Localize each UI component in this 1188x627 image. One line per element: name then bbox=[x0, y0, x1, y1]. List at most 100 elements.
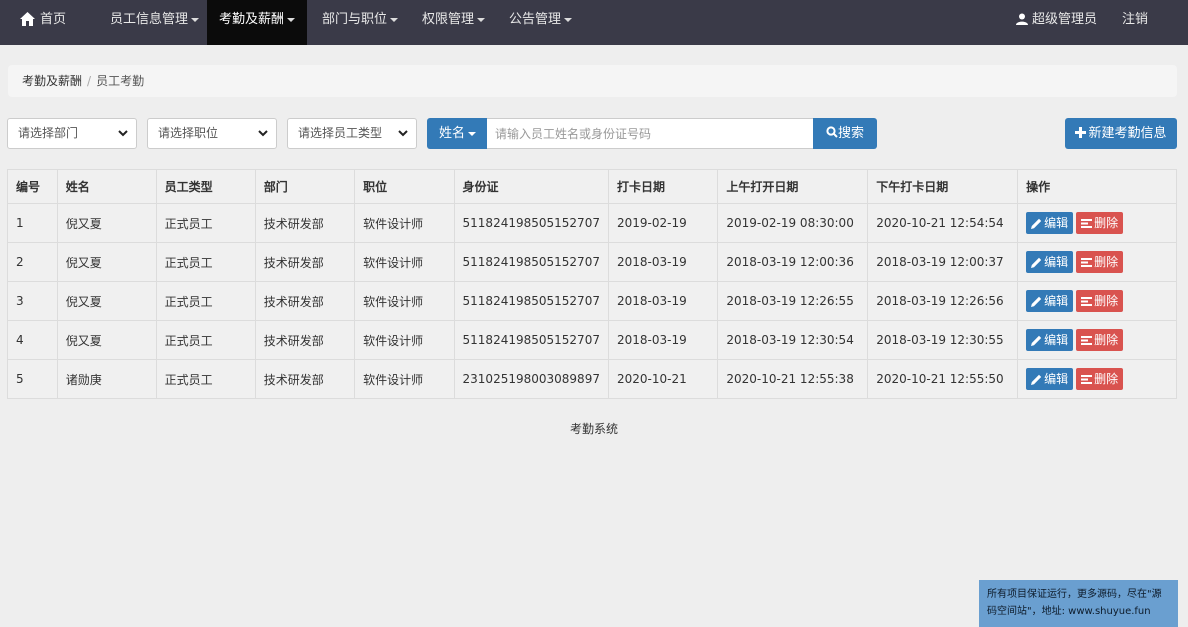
edit-button-label: 编辑 bbox=[1044, 255, 1069, 269]
delete-button[interactable]: 删除 bbox=[1076, 329, 1124, 351]
edit-button[interactable]: 编辑 bbox=[1026, 251, 1074, 273]
nav-permissions-label: 权限管理 bbox=[422, 12, 475, 27]
list-icon bbox=[1081, 297, 1093, 306]
delete-button[interactable]: 删除 bbox=[1076, 290, 1124, 312]
employee-type-select[interactable]: 请选择员工类型 bbox=[287, 118, 417, 149]
cell-afternoon-punch: 2020-10-21 12:54:54 bbox=[867, 203, 1019, 243]
cell-department: 技术研发部 bbox=[254, 242, 356, 282]
header-id-card: 身份证 bbox=[453, 169, 609, 204]
nav-announcements[interactable]: 公告管理 bbox=[497, 0, 584, 40]
cell-department: 技术研发部 bbox=[254, 203, 356, 243]
nav-dept-position[interactable]: 部门与职位 bbox=[310, 0, 410, 40]
cell-id: 5 bbox=[7, 359, 58, 399]
nav-dept-position-label: 部门与职位 bbox=[322, 12, 388, 27]
pencil-icon bbox=[1031, 218, 1042, 229]
nav-attendance-salary[interactable]: 考勤及薪酬 bbox=[207, 0, 307, 45]
department-select[interactable]: 请选择部门 bbox=[7, 118, 137, 149]
pencil-icon bbox=[1031, 257, 1042, 268]
cell-name: 倪又夏 bbox=[56, 281, 157, 321]
new-attendance-button[interactable]: 新建考勤信息 bbox=[1065, 118, 1177, 149]
cell-department: 技术研发部 bbox=[254, 359, 356, 399]
chevron-down-icon bbox=[390, 17, 399, 22]
cell-name: 倪又夏 bbox=[56, 203, 157, 243]
delete-button[interactable]: 删除 bbox=[1076, 212, 1124, 234]
cell-morning-punch: 2019-02-19 08:30:00 bbox=[717, 203, 869, 243]
cell-afternoon-punch: 2018-03-19 12:30:55 bbox=[867, 320, 1019, 360]
breadcrumb-parent[interactable]: 考勤及薪酬 bbox=[22, 74, 82, 88]
nav-user[interactable]: 超级管理员 bbox=[1004, 0, 1109, 40]
nav-home[interactable]: 首页 bbox=[8, 0, 78, 40]
cell-punch-date: 2018-03-19 bbox=[607, 281, 719, 321]
nav-home-label: 首页 bbox=[40, 12, 67, 27]
cell-actions: 编辑 删除 bbox=[1017, 320, 1177, 360]
cell-afternoon-punch: 2018-03-19 12:00:37 bbox=[867, 242, 1019, 282]
cell-name: 诸勋庚 bbox=[56, 359, 157, 399]
nav-permissions[interactable]: 权限管理 bbox=[410, 0, 497, 40]
employee-type-select-value: 请选择员工类型 bbox=[298, 126, 383, 140]
cell-id-card: 511824198505152707 bbox=[453, 242, 609, 282]
chevron-down-icon bbox=[287, 17, 296, 22]
cell-afternoon-punch: 2018-03-19 12:26:56 bbox=[867, 281, 1019, 321]
search-input[interactable] bbox=[487, 118, 814, 149]
edit-button[interactable]: 编辑 bbox=[1026, 212, 1074, 234]
cell-id-card: 511824198505152707 bbox=[453, 281, 609, 321]
table-header-row: 编号 姓名 员工类型 部门 职位 身份证 打卡日期 上午打开日期 下午打卡日期 … bbox=[7, 169, 1177, 204]
cell-employee-type: 正式员工 bbox=[155, 320, 256, 360]
cell-id-card: 511824198505152707 bbox=[453, 203, 609, 243]
cell-position: 软件设计师 bbox=[354, 320, 455, 360]
search-button[interactable]: 搜索 bbox=[813, 118, 877, 149]
delete-button-label: 删除 bbox=[1094, 372, 1119, 386]
position-select[interactable]: 请选择职位 bbox=[147, 118, 277, 149]
delete-button[interactable]: 删除 bbox=[1076, 368, 1124, 390]
cell-punch-date: 2018-03-19 bbox=[607, 242, 719, 282]
chevron-down-icon bbox=[564, 17, 573, 22]
cell-employee-type: 正式员工 bbox=[155, 359, 256, 399]
nav-employee-info[interactable]: 员工信息管理 bbox=[98, 0, 211, 40]
cell-position: 软件设计师 bbox=[354, 359, 455, 399]
list-icon bbox=[1081, 336, 1093, 345]
cell-position: 软件设计师 bbox=[354, 281, 455, 321]
cell-position: 软件设计师 bbox=[354, 242, 455, 282]
user-icon bbox=[1016, 2, 1028, 42]
breadcrumb-separator: / bbox=[87, 74, 92, 88]
header-punch-date: 打卡日期 bbox=[607, 169, 719, 204]
cell-actions: 编辑 删除 bbox=[1017, 281, 1177, 321]
chevron-down-icon bbox=[398, 130, 408, 137]
new-attendance-button-label: 新建考勤信息 bbox=[1088, 126, 1167, 141]
search-field-label: 姓名 bbox=[438, 126, 465, 141]
cell-morning-punch: 2018-03-19 12:26:55 bbox=[717, 281, 869, 321]
delete-button-label: 删除 bbox=[1094, 294, 1119, 308]
cell-afternoon-punch: 2020-10-21 12:55:50 bbox=[867, 359, 1019, 399]
chevron-down-icon bbox=[468, 131, 476, 136]
edit-button[interactable]: 编辑 bbox=[1026, 290, 1074, 312]
edit-button[interactable]: 编辑 bbox=[1026, 368, 1074, 390]
edit-button[interactable]: 编辑 bbox=[1026, 329, 1074, 351]
search-button-label: 搜索 bbox=[837, 126, 864, 141]
cell-punch-date: 2019-02-19 bbox=[607, 203, 719, 243]
nav-employee-info-label: 员工信息管理 bbox=[110, 12, 189, 27]
pencil-icon bbox=[1031, 335, 1042, 346]
header-department: 部门 bbox=[254, 169, 356, 204]
breadcrumb: 考勤及薪酬 / 员工考勤 bbox=[8, 65, 1177, 97]
department-select-value: 请选择部门 bbox=[18, 126, 79, 140]
header-employee-type: 员工类型 bbox=[155, 169, 256, 204]
table-row: 4 倪又夏 正式员工 技术研发部 软件设计师 511824198505152707 2018… bbox=[7, 320, 1177, 360]
header-afternoon-punch: 下午打卡日期 bbox=[867, 169, 1019, 204]
search-field-dropdown[interactable]: 姓名 bbox=[427, 118, 488, 149]
cell-id: 3 bbox=[7, 281, 58, 321]
cell-id: 2 bbox=[7, 242, 58, 282]
cell-morning-punch: 2018-03-19 12:30:54 bbox=[717, 320, 869, 360]
header-id: 编号 bbox=[7, 169, 58, 204]
logout-link[interactable]: 注销 bbox=[1110, 0, 1160, 40]
edit-button-label: 编辑 bbox=[1044, 216, 1069, 230]
delete-button[interactable]: 删除 bbox=[1076, 251, 1124, 273]
cell-id: 4 bbox=[7, 320, 58, 360]
cell-employee-type: 正式员工 bbox=[155, 242, 256, 282]
pencil-icon bbox=[1031, 296, 1042, 307]
header-name: 姓名 bbox=[56, 169, 157, 204]
cell-morning-punch: 2020-10-21 12:55:38 bbox=[717, 359, 869, 399]
pencil-icon bbox=[1031, 374, 1042, 385]
home-icon bbox=[20, 3, 35, 43]
cell-morning-punch: 2018-03-19 12:00:36 bbox=[717, 242, 869, 282]
cell-actions: 编辑 删除 bbox=[1017, 242, 1177, 282]
